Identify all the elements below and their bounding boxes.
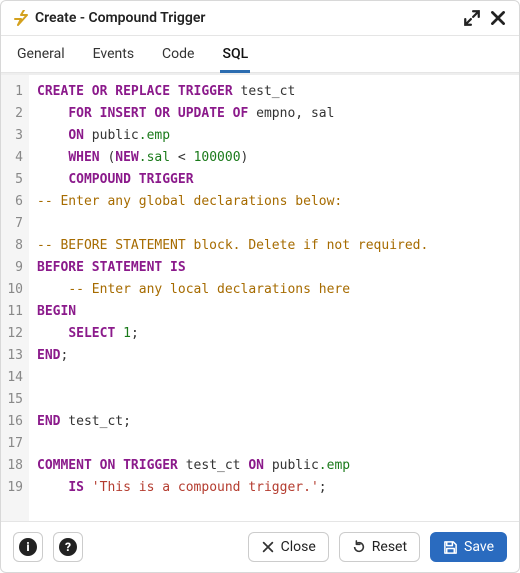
code-line xyxy=(37,433,511,455)
code-line: FOR INSERT OR UPDATE OF empno, sal xyxy=(37,103,511,125)
line-number: 18 xyxy=(3,455,23,477)
code-line xyxy=(37,389,511,411)
x-icon xyxy=(261,540,275,554)
code-line: -- Enter any local declarations here xyxy=(37,279,511,301)
line-number: 10 xyxy=(3,279,23,301)
code-line: -- BEFORE STATEMENT block. Delete if not… xyxy=(37,235,511,257)
code-line: SELECT 1; xyxy=(37,323,511,345)
footer: i ? Close Reset Save xyxy=(1,521,519,572)
line-number: 3 xyxy=(3,125,23,147)
code-area[interactable]: CREATE OR REPLACE TRIGGER test_ct FOR IN… xyxy=(29,75,519,521)
tabs: General Events Code SQL xyxy=(1,36,519,73)
code-line: BEGIN xyxy=(37,301,511,323)
sql-editor[interactable]: 12345678910111213141516171819 CREATE OR … xyxy=(1,73,519,521)
help-button[interactable]: ? xyxy=(53,532,83,562)
line-number: 6 xyxy=(3,191,23,213)
reset-icon xyxy=(352,540,366,554)
code-line: COMMENT ON TRIGGER test_ct ON public.emp xyxy=(37,455,511,477)
close-icon[interactable] xyxy=(489,9,507,27)
tab-code[interactable]: Code xyxy=(160,36,196,73)
line-gutter: 12345678910111213141516171819 xyxy=(1,75,29,521)
line-number: 14 xyxy=(3,367,23,389)
line-number: 1 xyxy=(3,81,23,103)
code-line: ON public.emp xyxy=(37,125,511,147)
line-number: 5 xyxy=(3,169,23,191)
tab-general[interactable]: General xyxy=(15,36,67,73)
close-label: Close xyxy=(281,539,316,555)
line-number: 15 xyxy=(3,389,23,411)
line-number: 16 xyxy=(3,411,23,433)
line-number: 9 xyxy=(3,257,23,279)
reset-label: Reset xyxy=(372,539,407,555)
code-line: CREATE OR REPLACE TRIGGER test_ct xyxy=(37,81,511,103)
line-number: 12 xyxy=(3,323,23,345)
info-button[interactable]: i xyxy=(13,532,43,562)
code-line: COMPOUND TRIGGER xyxy=(37,169,511,191)
line-number: 19 xyxy=(3,477,23,499)
line-number: 13 xyxy=(3,345,23,367)
line-number: 4 xyxy=(3,147,23,169)
code-line: IS 'This is a compound trigger.'; xyxy=(37,477,511,499)
code-line xyxy=(37,213,511,235)
info-icon: i xyxy=(19,538,37,556)
code-line: WHEN (NEW.sal < 100000) xyxy=(37,147,511,169)
reset-button[interactable]: Reset xyxy=(339,532,420,562)
line-number: 8 xyxy=(3,235,23,257)
dialog-title: Create - Compound Trigger xyxy=(35,10,455,26)
save-button[interactable]: Save xyxy=(430,532,507,562)
dialog: Create - Compound Trigger General Events… xyxy=(0,0,520,573)
titlebar: Create - Compound Trigger xyxy=(1,1,519,36)
line-number: 11 xyxy=(3,301,23,323)
save-label: Save xyxy=(464,539,494,555)
tab-events[interactable]: Events xyxy=(91,36,136,73)
save-icon xyxy=(443,540,458,555)
code-line: -- Enter any global declarations below: xyxy=(37,191,511,213)
code-line: END; xyxy=(37,345,511,367)
line-number: 17 xyxy=(3,433,23,455)
code-line xyxy=(37,367,511,389)
code-line: END test_ct; xyxy=(37,411,511,433)
line-number: 2 xyxy=(3,103,23,125)
line-number: 7 xyxy=(3,213,23,235)
code-line: BEFORE STATEMENT IS xyxy=(37,257,511,279)
tab-sql[interactable]: SQL xyxy=(220,36,250,73)
help-icon: ? xyxy=(59,538,77,556)
close-button[interactable]: Close xyxy=(248,532,329,562)
trigger-icon xyxy=(13,10,29,26)
maximize-icon[interactable] xyxy=(463,9,481,27)
